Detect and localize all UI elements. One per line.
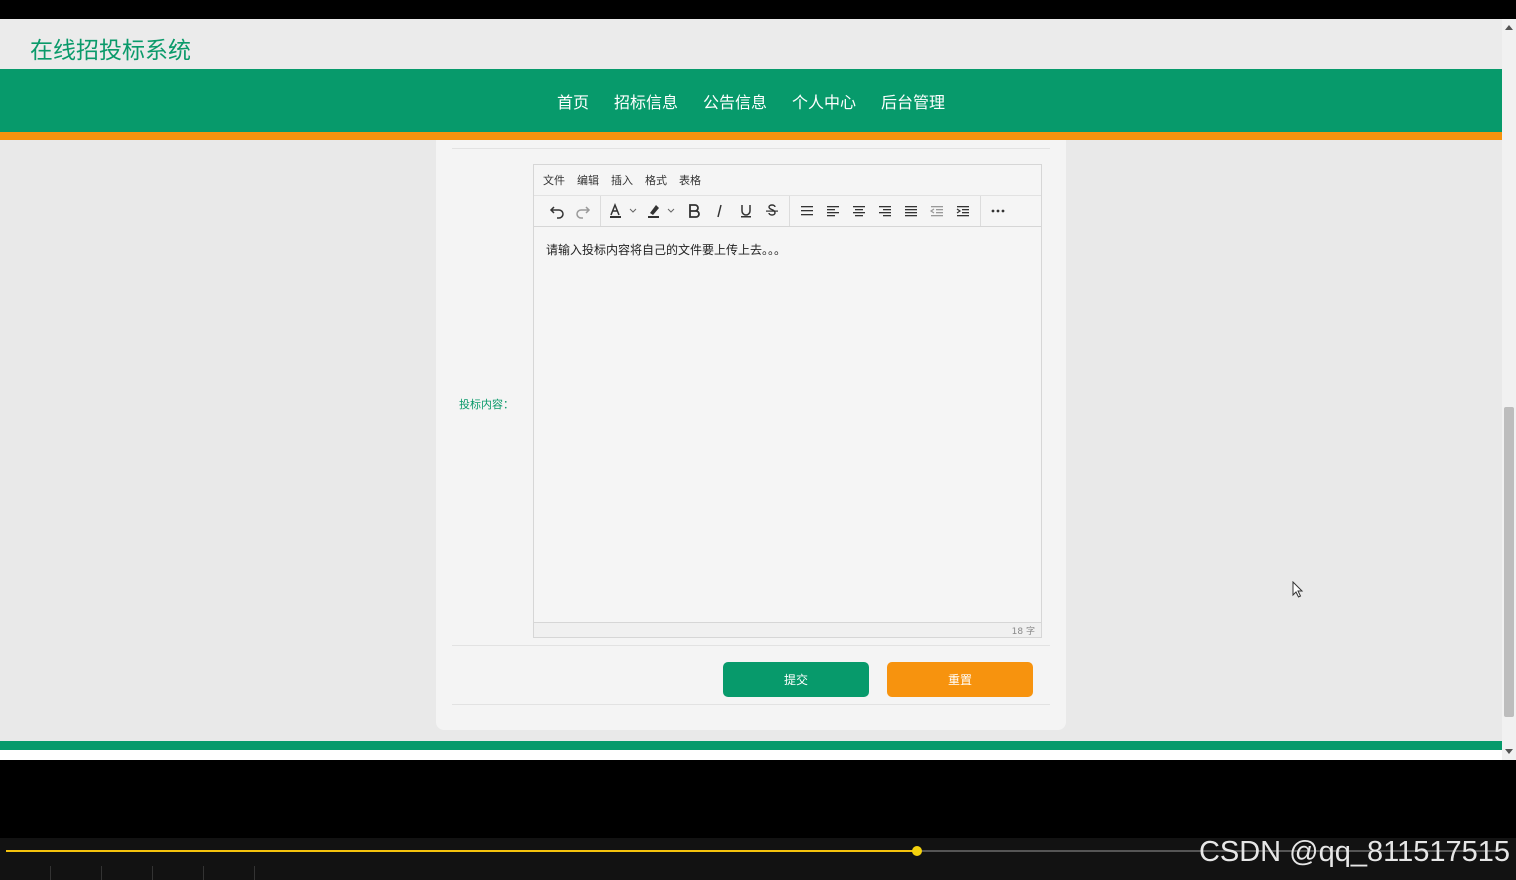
line-height-icon[interactable] [794,199,820,223]
progress-handle[interactable] [912,846,922,856]
reset-button[interactable]: 重置 [887,662,1033,697]
player-control[interactable] [153,866,204,880]
menu-format[interactable]: 格式 [645,172,667,188]
editor-statusbar: 18 字 [534,622,1041,637]
italic-icon[interactable] [707,199,733,223]
progress-fill [6,850,917,852]
indent-icon[interactable] [950,199,976,223]
scroll-up-icon[interactable] [1505,25,1513,30]
nav-item-profile[interactable]: 个人中心 [792,89,856,113]
player-controls [0,866,255,880]
browser-viewport: 在线招投标系统 首页 招标信息 公告信息 个人中心 后台管理 投标内容： 文件 … [0,19,1502,760]
divider [452,645,1050,646]
site-header: 在线招投标系统 [0,19,1502,69]
submit-button[interactable]: 提交 [723,662,869,697]
bid-content-label: 投标内容： [459,398,514,411]
bid-form-card: 投标内容： 文件 编辑 插入 格式 表格 请输入投标内容将自己的文件要上传上去。… [436,140,1066,730]
site-title[interactable]: 在线招投标系统 [30,31,191,65]
nav-item-home[interactable]: 首页 [557,89,589,113]
menu-file[interactable]: 文件 [543,172,565,188]
menu-table[interactable]: 表格 [679,172,701,188]
menu-edit[interactable]: 编辑 [577,172,599,188]
scroll-thumb[interactable] [1504,407,1514,717]
site-footer [0,741,1502,750]
text-color-icon[interactable] [605,199,643,223]
menu-insert[interactable]: 插入 [611,172,633,188]
redo-icon[interactable] [570,199,596,223]
editor-toolbar [534,196,1041,227]
nav-item-tenders[interactable]: 招标信息 [614,89,678,113]
align-justify-icon[interactable] [898,199,924,223]
align-left-icon[interactable] [820,199,846,223]
divider [452,148,1050,149]
player-control[interactable] [204,866,255,880]
player-control[interactable] [51,866,102,880]
outdent-icon[interactable] [924,199,950,223]
divider [452,704,1050,705]
word-count: 18 字 [1011,627,1035,637]
rich-text-editor: 文件 编辑 插入 格式 表格 请输入投标内容将自己的文件要上传上去。。。 18 … [533,164,1042,638]
align-right-icon[interactable] [872,199,898,223]
main-nav: 首页 招标信息 公告信息 个人中心 后台管理 [0,69,1502,140]
mouse-cursor-icon [1292,580,1304,603]
nav-item-admin[interactable]: 后台管理 [881,89,945,113]
footer-strip [0,750,1502,760]
highlight-color-icon[interactable] [643,199,681,223]
align-center-icon[interactable] [846,199,872,223]
underline-icon[interactable] [733,199,759,223]
more-icon[interactable] [985,199,1011,223]
watermark: CSDN @qq_811517515 [1198,836,1510,868]
undo-icon[interactable] [544,199,570,223]
player-control[interactable] [102,866,153,880]
nav-item-notices[interactable]: 公告信息 [703,89,767,113]
window-top-bar [0,0,1516,19]
bold-icon[interactable] [681,199,707,223]
editor-menubar: 文件 编辑 插入 格式 表格 [534,165,1041,196]
player-control[interactable] [0,866,51,880]
scroll-down-icon[interactable] [1505,749,1513,754]
editor-content-area[interactable]: 请输入投标内容将自己的文件要上传上去。。。 [546,241,786,258]
strikethrough-icon[interactable] [759,199,785,223]
page-scrollbar[interactable] [1502,19,1516,760]
